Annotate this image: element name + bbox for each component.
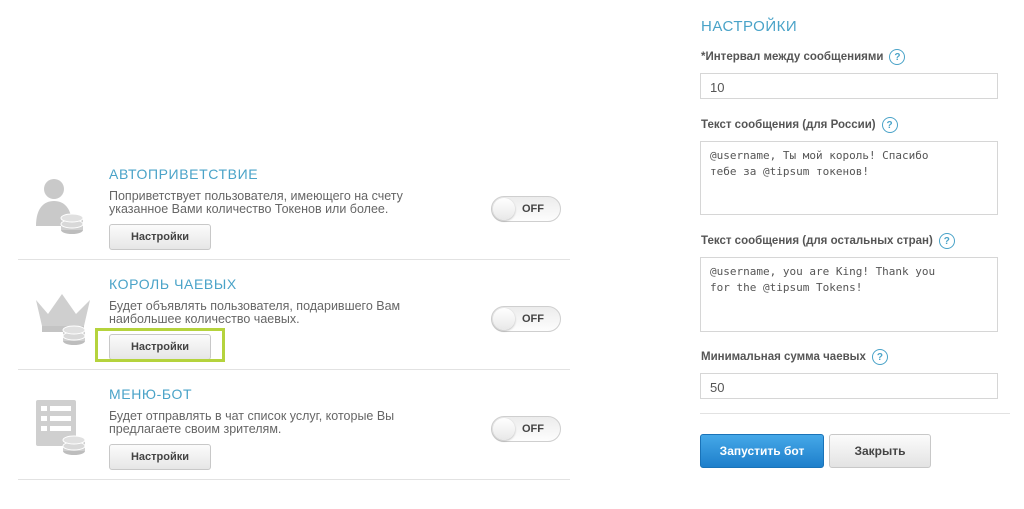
- help-icon[interactable]: ?: [889, 49, 906, 65]
- menu-list-coins-icon: [36, 400, 86, 455]
- start-bot-button[interactable]: Запустить бот: [700, 434, 824, 468]
- msg-other-textarea[interactable]: @username, you are King! Thank you for t…: [700, 257, 998, 332]
- user-coins-icon: [36, 179, 84, 234]
- toggle-label: OFF: [522, 423, 544, 435]
- interval-label-text: *Интервал между сообщениями: [701, 51, 884, 63]
- bot-title: АВТОПРИВЕТСТВИЕ: [109, 166, 259, 182]
- toggle-knob: [493, 418, 515, 440]
- bot-list: АВТОПРИВЕТСТВИЕ Поприветствует пользоват…: [18, 150, 570, 480]
- settings-button-highlight: [95, 328, 225, 362]
- bot-title: МЕНЮ-БОТ: [109, 386, 193, 402]
- toggle-label: OFF: [522, 313, 544, 325]
- divider: [700, 413, 1010, 414]
- crown-coins-icon: [36, 294, 90, 345]
- bot-description: Будет отправлять в чат список услуг, кот…: [109, 409, 395, 436]
- interval-input[interactable]: 10: [700, 73, 998, 99]
- msg-russia-label-text: Текст сообщения (для России): [701, 119, 876, 131]
- settings-button[interactable]: Настройки: [109, 444, 211, 470]
- msg-other-label-text: Текст сообщения (для остальных стран): [701, 235, 933, 247]
- toggle-knob: [493, 198, 515, 220]
- msg-russia-textarea[interactable]: @username, Ты мой король! Спасибо тебе з…: [700, 141, 998, 215]
- bot-toggle[interactable]: OFF: [491, 196, 561, 222]
- bot-autogreeting: АВТОПРИВЕТСТВИЕ Поприветствует пользоват…: [18, 150, 570, 260]
- help-icon[interactable]: ?: [938, 233, 955, 249]
- bot-description: Будет объявлять пользователя, подарившег…: [109, 299, 401, 326]
- bot-toggle[interactable]: OFF: [491, 416, 561, 442]
- interval-label: *Интервал между сообщениями ?: [701, 49, 906, 65]
- bot-description: Поприветствует пользователя, имеющего на…: [109, 189, 403, 216]
- min-tip-label: Минимальная сумма чаевых ?: [701, 349, 888, 365]
- bot-menu: МЕНЮ-БОТ Будет отправлять в чат список у…: [18, 370, 570, 480]
- msg-other-label: Текст сообщения (для остальных стран) ?: [701, 233, 955, 249]
- close-button[interactable]: Закрыть: [829, 434, 931, 468]
- msg-russia-label: Текст сообщения (для России) ?: [701, 117, 898, 133]
- settings-button[interactable]: Настройки: [109, 224, 211, 250]
- settings-heading: НАСТРОЙКИ: [701, 18, 798, 35]
- toggle-label: OFF: [522, 203, 544, 215]
- help-icon[interactable]: ?: [881, 117, 898, 133]
- bot-title: КОРОЛЬ ЧАЕВЫХ: [109, 276, 237, 292]
- min-tip-label-text: Минимальная сумма чаевых: [701, 351, 866, 363]
- bot-toggle[interactable]: OFF: [491, 306, 561, 332]
- help-icon[interactable]: ?: [871, 349, 888, 365]
- min-tip-input[interactable]: 50: [700, 373, 998, 399]
- toggle-knob: [493, 308, 515, 330]
